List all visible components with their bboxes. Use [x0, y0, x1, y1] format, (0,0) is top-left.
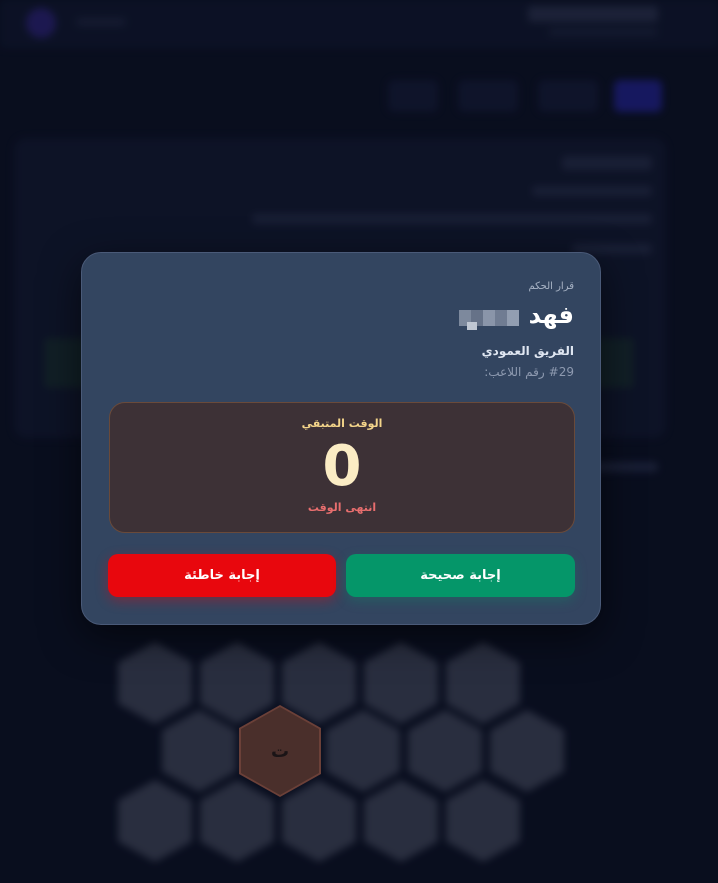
wrong-answer-button[interactable]: إجابة خاطئة — [108, 554, 336, 597]
timer-value: 0 — [322, 434, 362, 499]
timer-status: انتهى الوقت — [307, 501, 377, 514]
player-number-value: #29 — [548, 365, 574, 379]
timer-box: الوقت المتبقي 0 انتهى الوقت — [109, 402, 575, 533]
active-hex-letter: ت — [270, 740, 290, 762]
correct-answer-button[interactable]: إجابة صحيحة — [346, 554, 575, 597]
player-number: رقم اللاعب: #29 — [484, 365, 574, 379]
timer-title: الوقت المتبقي — [301, 417, 383, 430]
team-name: الفريق العمودي — [481, 344, 574, 358]
decision-label: قرار الحكم — [528, 281, 574, 292]
player-number-label: رقم اللاعب: — [484, 365, 545, 379]
player-name-row: فهد — [458, 301, 574, 330]
redacted-surname — [458, 310, 519, 330]
player-first-name: فهد — [528, 301, 574, 329]
referee-decision-modal: قرار الحكم فهد الفريق العمودي رقم اللاعب… — [81, 252, 601, 625]
